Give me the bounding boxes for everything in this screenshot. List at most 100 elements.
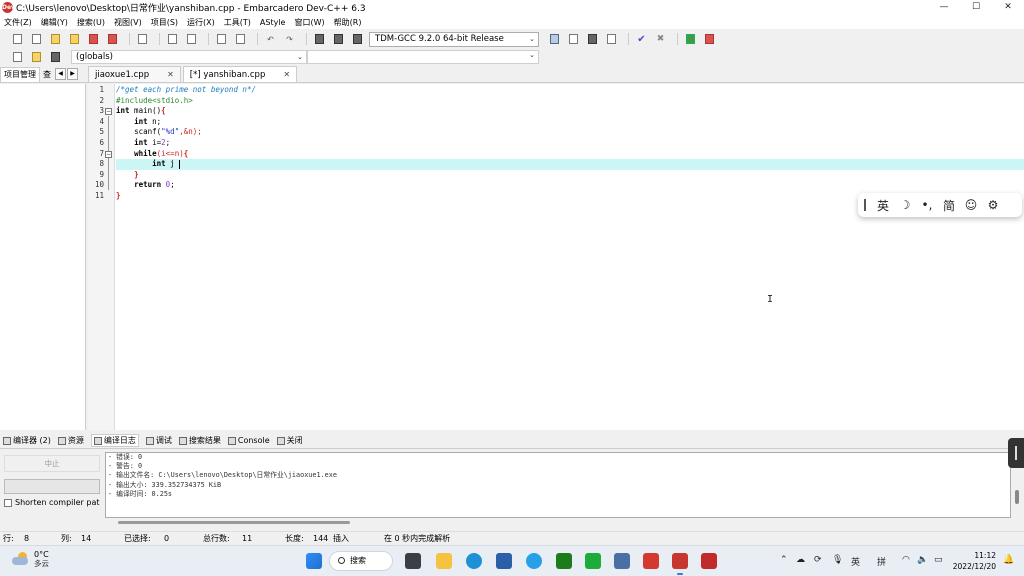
- ime-mode-indicator[interactable]: 拼: [877, 555, 886, 568]
- sync-icon[interactable]: ⟳: [814, 555, 822, 565]
- project-tree[interactable]: [0, 84, 86, 430]
- menu-search[interactable]: 搜索(U): [77, 17, 105, 28]
- find-button[interactable]: [165, 32, 180, 46]
- ime-language-indicator[interactable]: 英: [851, 555, 860, 568]
- tab-yanshiban[interactable]: [*] yanshiban.cpp ✕: [182, 66, 298, 82]
- tab-console[interactable]: Console: [227, 436, 270, 445]
- store-icon[interactable]: [496, 553, 512, 569]
- menu-astyle[interactable]: AStyle: [260, 18, 286, 27]
- punctuation-icon[interactable]: •,: [920, 198, 934, 212]
- log-horizontal-scrollbar[interactable]: [105, 519, 1011, 526]
- tab-compile-log[interactable]: 编译日志: [90, 434, 139, 447]
- scope-dropdown[interactable]: (globals) ⌄: [71, 49, 307, 64]
- cloud-icon[interactable]: ☁: [796, 555, 805, 565]
- profile-button[interactable]: [683, 32, 698, 46]
- windows-start-icon[interactable]: [306, 553, 322, 569]
- redo-button[interactable]: ↷: [282, 32, 297, 46]
- insert-button[interactable]: [29, 50, 44, 64]
- menu-file[interactable]: 文件(Z): [4, 17, 32, 28]
- close-icon[interactable]: ✕: [167, 70, 174, 79]
- gear-icon[interactable]: ⚙: [986, 198, 1000, 212]
- replace-button[interactable]: [184, 32, 199, 46]
- xbox-icon[interactable]: [556, 553, 572, 569]
- tab-scroll-left-button[interactable]: ◀: [55, 68, 66, 80]
- scrollbar-thumb[interactable]: [1015, 490, 1019, 504]
- file-explorer-icon[interactable]: [436, 553, 452, 569]
- menu-project[interactable]: 项目(S): [151, 17, 178, 28]
- recorder-app-icon[interactable]: [701, 553, 717, 569]
- close-file-button[interactable]: [86, 32, 101, 46]
- run-button[interactable]: [566, 32, 581, 46]
- compile-button[interactable]: [547, 32, 562, 46]
- bookmark-button[interactable]: [48, 50, 63, 64]
- side-panel-handle[interactable]: [1008, 438, 1024, 468]
- forward-button[interactable]: [331, 32, 346, 46]
- print-button[interactable]: [135, 32, 150, 46]
- ime-english-toggle[interactable]: 英: [876, 197, 890, 214]
- abort-compile-button[interactable]: 中止: [4, 455, 100, 472]
- menu-run[interactable]: 运行(X): [187, 17, 215, 28]
- wps-office-icon[interactable]: [643, 553, 659, 569]
- close-all-button[interactable]: [105, 32, 120, 46]
- devcpp-app-icon[interactable]: Dev: [2, 2, 15, 13]
- new-class-button[interactable]: [10, 50, 25, 64]
- tab-compiler[interactable]: 编译器 (2): [3, 435, 51, 446]
- tab-close-panel[interactable]: 关闭: [276, 435, 303, 446]
- tab-debug[interactable]: 调试: [145, 435, 172, 446]
- menu-tools[interactable]: 工具(T): [224, 17, 251, 28]
- tab-scroll-right-button[interactable]: ▶: [67, 68, 78, 80]
- back-button[interactable]: [312, 32, 327, 46]
- tab-jiaoxue1[interactable]: jiaoxue1.cpp ✕: [88, 66, 181, 82]
- syntax-check-button[interactable]: ✔: [634, 32, 649, 46]
- tab-resources[interactable]: 资源: [57, 435, 84, 446]
- taskbar-clock[interactable]: 11:12 2022/12/20: [952, 550, 996, 572]
- new-file-button[interactable]: [10, 32, 25, 46]
- tab-search-results[interactable]: 搜索结果: [178, 435, 221, 446]
- code-area[interactable]: /*get each prime not beyond n*/ #include…: [116, 84, 1024, 430]
- member-dropdown[interactable]: ⌄: [307, 49, 539, 64]
- stop-button[interactable]: ✖: [653, 32, 668, 46]
- save-all-button[interactable]: [67, 32, 82, 46]
- minimize-button[interactable]: —: [928, 0, 960, 15]
- debug-button[interactable]: [702, 32, 717, 46]
- weather-widget[interactable]: 0°C 多云: [12, 550, 49, 568]
- moon-icon[interactable]: ☽: [898, 198, 912, 212]
- ie-browser-icon[interactable]: [526, 553, 542, 569]
- menu-help[interactable]: 帮助(R): [334, 17, 362, 28]
- fold-toggle-icon[interactable]: −: [105, 150, 112, 158]
- tray-overflow-chevron-icon[interactable]: ⌃: [780, 555, 788, 565]
- fold-toggle-icon[interactable]: −: [105, 108, 112, 115]
- emoji-icon[interactable]: ☺: [964, 198, 978, 212]
- menu-edit[interactable]: 编辑(Y): [41, 17, 68, 28]
- devcpp-taskbar-icon[interactable]: [672, 553, 688, 569]
- save-button[interactable]: [48, 32, 63, 46]
- edge-browser-icon[interactable]: [466, 553, 482, 569]
- battery-icon[interactable]: ▭: [934, 555, 943, 565]
- menu-view[interactable]: 视图(V): [114, 17, 142, 28]
- taskbar-search[interactable]: 搜索: [329, 551, 393, 571]
- compile-log[interactable]: - 错误: 0 - 警告: 0 - 输出文件名: C:\Users\lenovo…: [105, 452, 1011, 518]
- open-file-button[interactable]: [29, 32, 44, 46]
- microphone-icon[interactable]: 🎙: [832, 555, 843, 565]
- settings-app-icon[interactable]: [614, 553, 630, 569]
- shorten-path-option[interactable]: Shorten compiler pat: [4, 498, 99, 507]
- tab-class-browser[interactable]: 查: [40, 69, 54, 80]
- close-icon[interactable]: ✕: [283, 70, 290, 79]
- task-view-icon[interactable]: [405, 553, 421, 569]
- unindent-button[interactable]: [233, 32, 248, 46]
- rebuild-button[interactable]: [604, 32, 619, 46]
- goto-line-button[interactable]: [350, 32, 365, 46]
- drag-handle[interactable]: [864, 199, 866, 211]
- close-button[interactable]: ✕: [992, 0, 1024, 15]
- compiler-select[interactable]: TDM-GCC 9.2.0 64-bit Release ⌄: [369, 31, 539, 47]
- undo-button[interactable]: ↶: [263, 32, 278, 46]
- speaker-icon[interactable]: 🔈: [917, 555, 928, 565]
- indent-button[interactable]: [214, 32, 229, 46]
- ime-simplified-toggle[interactable]: 简: [942, 197, 956, 214]
- menu-window[interactable]: 窗口(W): [294, 17, 324, 28]
- compile-run-button[interactable]: [585, 32, 600, 46]
- shorten-path-checkbox[interactable]: [4, 498, 12, 507]
- code-editor[interactable]: 1 2 3 4 5 6 7 8 9 10 11 − − /*get each p…: [88, 84, 1024, 430]
- tab-project-manager[interactable]: 项目管理: [0, 66, 40, 82]
- scrollbar-thumb[interactable]: [118, 521, 350, 524]
